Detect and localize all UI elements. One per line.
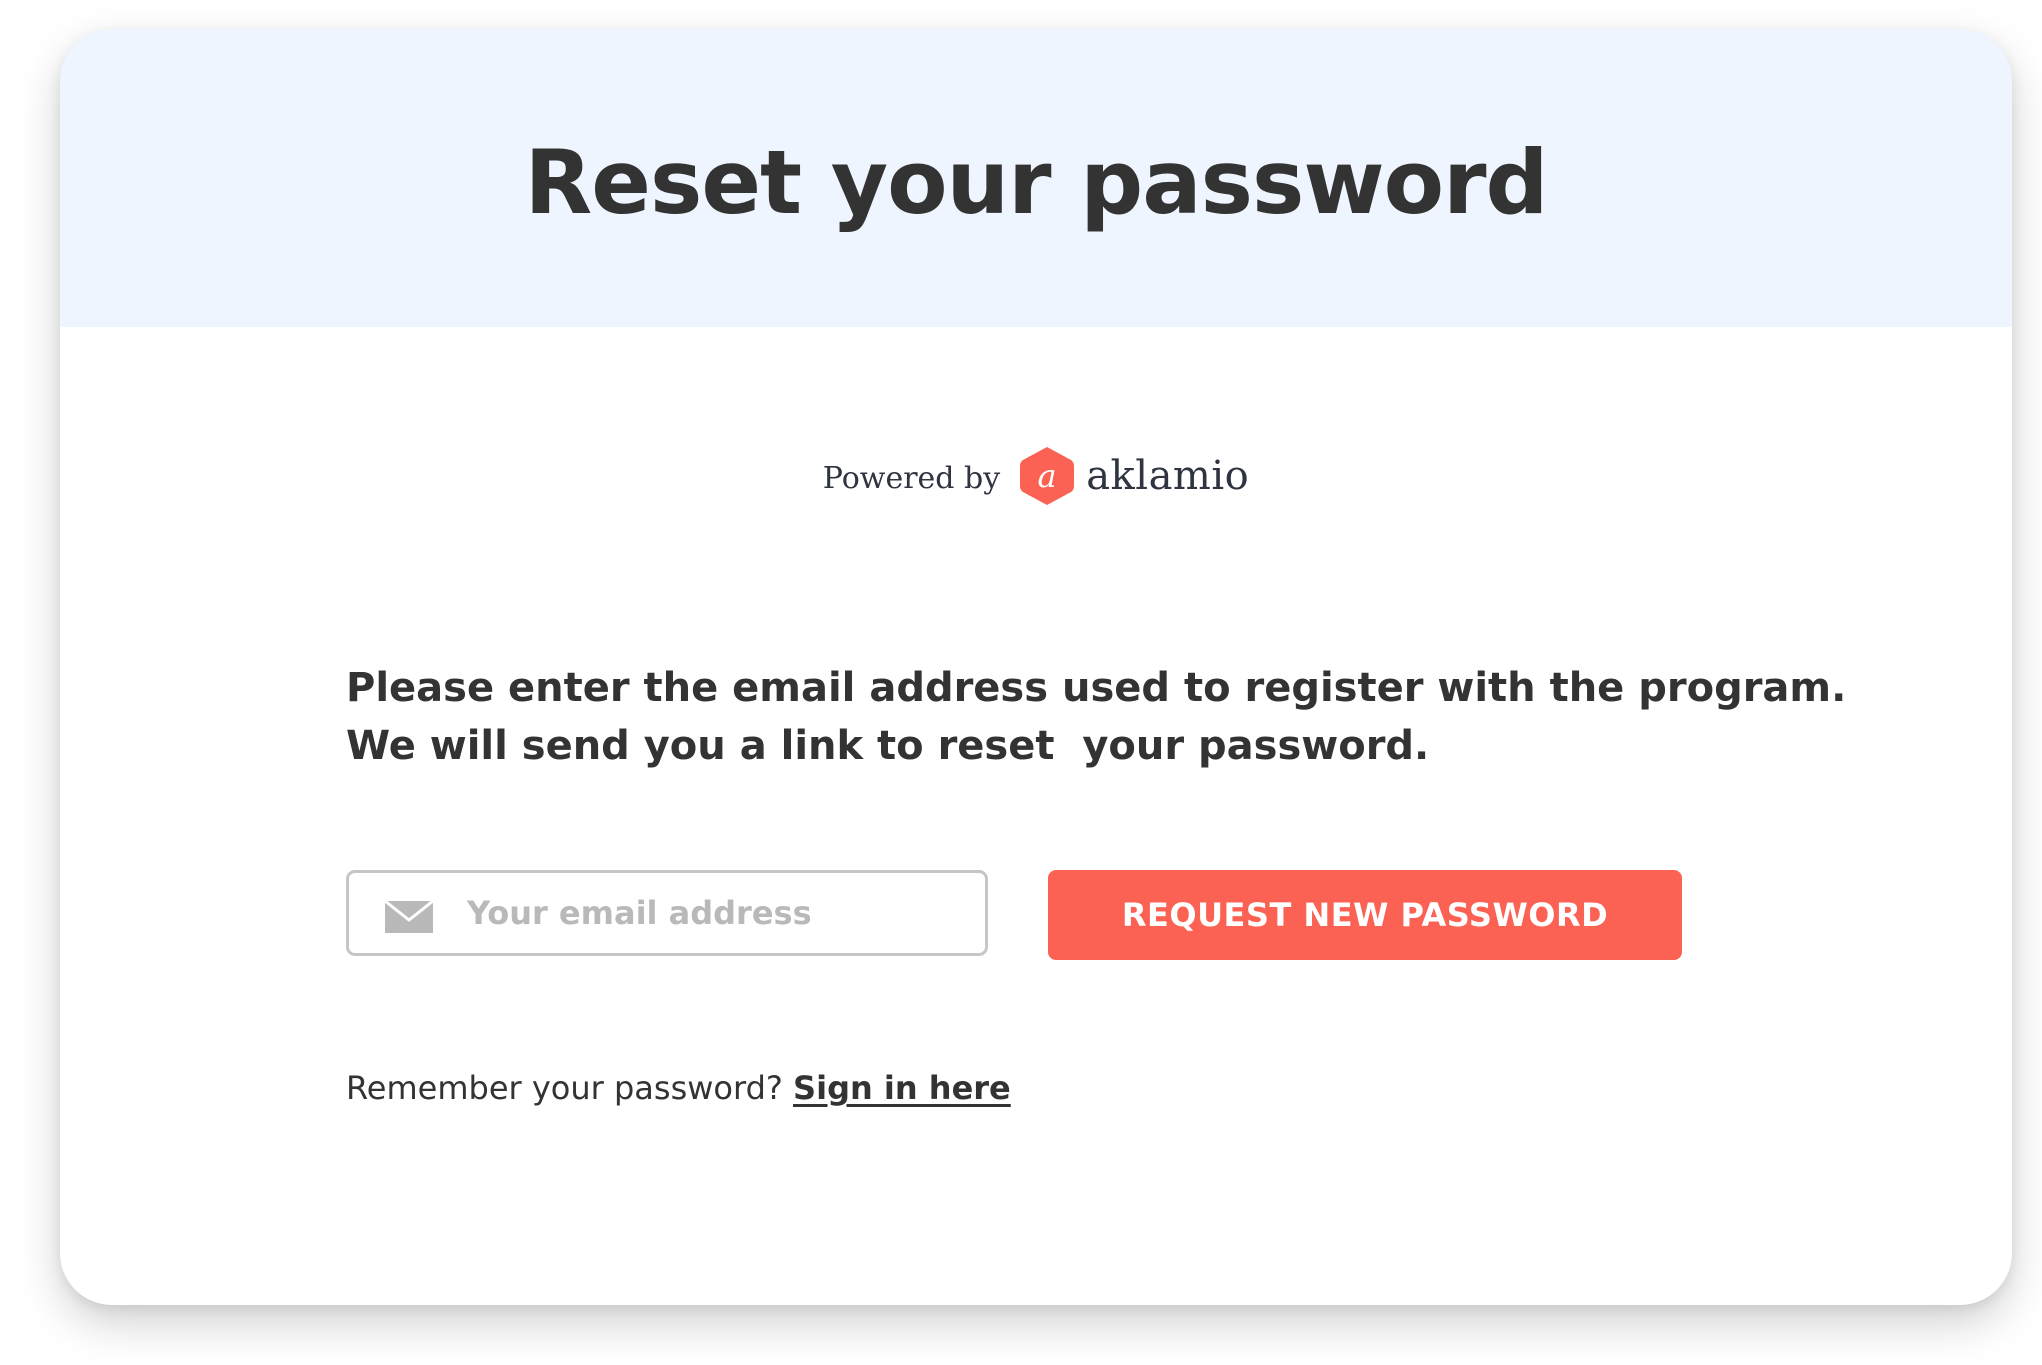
powered-by-row: Powered by a aklamio (60, 441, 2012, 511)
svg-text:a: a (1038, 457, 1057, 495)
instructions-text: Please enter the email address used to r… (346, 659, 1846, 775)
instructions-line-1: Please enter the email address used to r… (346, 665, 1847, 711)
page-title: Reset your password (524, 131, 1549, 234)
instructions-line-2: We will send you a link to reset your pa… (346, 723, 1430, 769)
email-field[interactable] (346, 870, 988, 956)
request-new-password-button[interactable]: REQUEST NEW PASSWORD (1048, 870, 1682, 960)
email-input[interactable] (467, 873, 967, 953)
signin-prompt: Remember your password? (346, 1069, 794, 1107)
brand-name: aklamio (1086, 453, 1250, 499)
sign-in-link[interactable]: Sign in here (793, 1069, 1011, 1107)
aklamio-logo: a aklamio (1018, 445, 1249, 507)
header-banner: Reset your password (60, 29, 2012, 327)
reset-password-card: Reset your password Powered by a aklamio… (60, 29, 2012, 1305)
envelope-icon (385, 901, 433, 933)
powered-by-label: Powered by (822, 460, 1001, 496)
aklamio-hexagon-logo-icon: a (1020, 447, 1075, 505)
signin-row: Remember your password? Sign in here (346, 1069, 1011, 1107)
